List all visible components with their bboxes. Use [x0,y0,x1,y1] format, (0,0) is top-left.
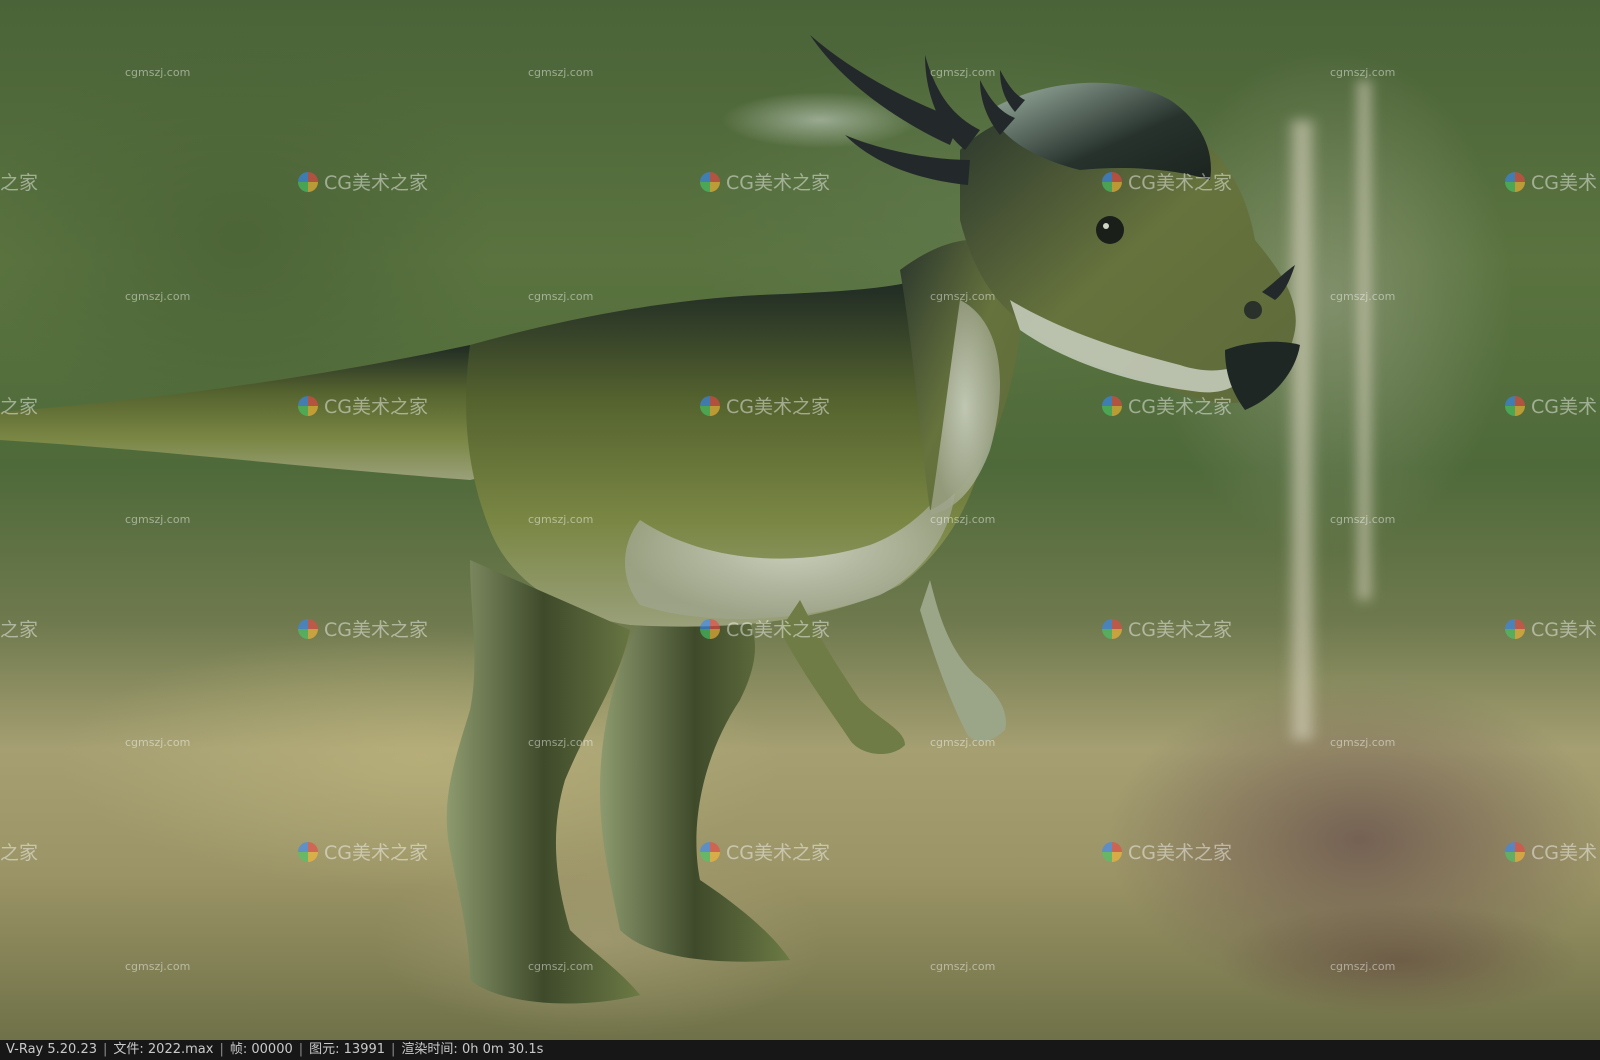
cg-logo-icon [1505,618,1525,639]
frame-label: 帧: [229,1042,248,1057]
watermark-logo: CG美术 [1505,168,1597,195]
watermark-logo: 之家 [0,619,39,641]
cg-logo-icon [700,171,720,192]
watermark-logo: CG美术之家 [1102,615,1232,642]
file-value: 2022.max [147,1042,214,1057]
watermark-url: cgmszj.com [930,290,996,303]
watermark-logo: CG美术 [1505,838,1597,865]
watermark-url: cgmszj.com [125,960,191,973]
separator: | [219,1042,224,1057]
primitives-value: 13991 [343,1042,386,1057]
cg-logo-icon [700,395,720,416]
cg-logo-icon [298,395,318,416]
cg-logo-icon [1102,618,1122,639]
render-time-value: 0h 0m 30.1s [461,1042,544,1057]
watermark-url: cgmszj.com [528,736,594,749]
watermark-url: cgmszj.com [125,513,191,526]
watermark-logo: CG美术之家 [1102,838,1232,865]
watermark-url: cgmszj.com [125,290,191,303]
primitives-label: 图元: [309,1042,340,1057]
separator: | [298,1042,304,1057]
watermark-url: cgmszj.com [528,66,594,79]
watermark-url: cgmszj.com [528,290,594,303]
watermark-logo: CG美术之家 [298,838,428,865]
render-frame-window: cgmszj.com cgmszj.com cgmszj.com cgmszj.… [0,0,1600,1060]
watermark-url: cgmszj.com [528,513,594,526]
cg-logo-icon [1102,171,1122,192]
watermark-url: cgmszj.com [125,736,191,749]
render-time-label: 渲染时间: [401,1042,458,1057]
watermark-url: cgmszj.com [930,66,996,79]
cg-logo-icon [700,618,720,639]
watermark-logo: CG美术之家 [700,615,830,642]
cg-logo-icon [1102,841,1122,862]
watermark-logo: CG美术 [1505,615,1597,642]
cg-logo-icon [298,618,318,639]
frame-value: 00000 [251,1042,293,1057]
cg-logo-icon [298,841,318,862]
renderer-version: V-Ray 5.20.23 [6,1042,97,1057]
cg-logo-icon [1505,395,1525,416]
file-label: 文件: [113,1042,144,1057]
watermark-logo: 之家 [0,396,39,418]
watermark-url: cgmszj.com [1330,513,1396,526]
cg-logo-icon [1102,395,1122,416]
watermark-url: cgmszj.com [125,66,191,79]
watermark-url: cgmszj.com [930,736,996,749]
separator: | [391,1042,396,1057]
watermark-logo: CG美术 [1505,392,1597,419]
dinosaur-far-leg [600,610,790,962]
watermark-logo: CG美术之家 [298,615,428,642]
cg-logo-icon [1505,171,1525,192]
watermark-url: cgmszj.com [930,513,996,526]
watermark-logo: 之家 [0,842,39,864]
cg-logo-icon [1505,841,1525,862]
render-status-bar: V-Ray 5.20.23 | 文件: 2022.max | 帧: 00000 … [0,1040,1600,1060]
watermark-logo: CG美术之家 [700,168,830,195]
watermark-logo: CG美术之家 [298,168,428,195]
watermark-url: cgmszj.com [1330,66,1396,79]
watermark-url: cgmszj.com [1330,736,1396,749]
separator: | [102,1042,108,1057]
watermark-url: cgmszj.com [528,960,594,973]
watermark-logo: CG美术之家 [700,838,830,865]
watermark-logo: CG美术之家 [1102,168,1232,195]
watermark-logo: CG美术之家 [1102,392,1232,419]
cg-logo-icon [298,171,318,192]
watermark-url: cgmszj.com [1330,290,1396,303]
render-viewport: cgmszj.com cgmszj.com cgmszj.com cgmszj.… [0,0,1600,1040]
watermark-logo: CG美术之家 [700,392,830,419]
watermark-logo: CG美术之家 [298,392,428,419]
watermark-url: cgmszj.com [930,960,996,973]
watermark-url: cgmszj.com [1330,960,1396,973]
watermark-logo: 之家 [0,172,39,194]
cg-logo-icon [700,841,720,862]
